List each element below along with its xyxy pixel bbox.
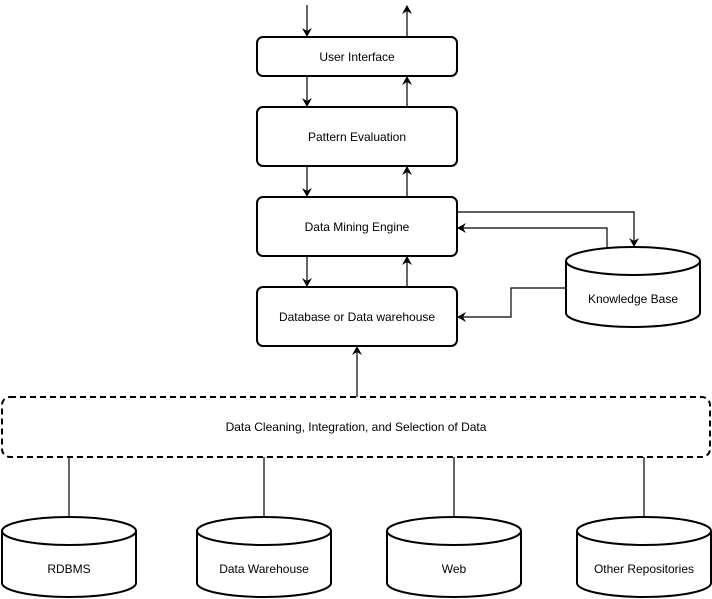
other-repositories-label: Other Repositories bbox=[594, 562, 694, 576]
database-label: Database or Data warehouse bbox=[279, 310, 435, 324]
web-cylinder bbox=[386, 516, 522, 598]
web-label: Web bbox=[442, 562, 467, 576]
rdbms-label: RDBMS bbox=[47, 562, 90, 576]
data-mining-engine-label: Data Mining Engine bbox=[305, 220, 410, 234]
pattern-evaluation-label: Pattern Evaluation bbox=[308, 130, 406, 144]
knowledge-base-cylinder bbox=[565, 246, 701, 328]
data-cleaning-label: Data Cleaning, Integration, and Selectio… bbox=[226, 420, 487, 434]
data-warehouse-label: Data Warehouse bbox=[219, 562, 309, 576]
data-mining-architecture-diagram: User Interface Pattern Evaluation Data M… bbox=[1, 5, 712, 598]
knowledge-base-label: Knowledge Base bbox=[588, 292, 678, 306]
rdbms-cylinder bbox=[1, 516, 137, 598]
other-repositories-cylinder bbox=[576, 516, 712, 598]
user-interface-label: User Interface bbox=[319, 50, 395, 64]
data-warehouse-cylinder bbox=[196, 516, 332, 598]
